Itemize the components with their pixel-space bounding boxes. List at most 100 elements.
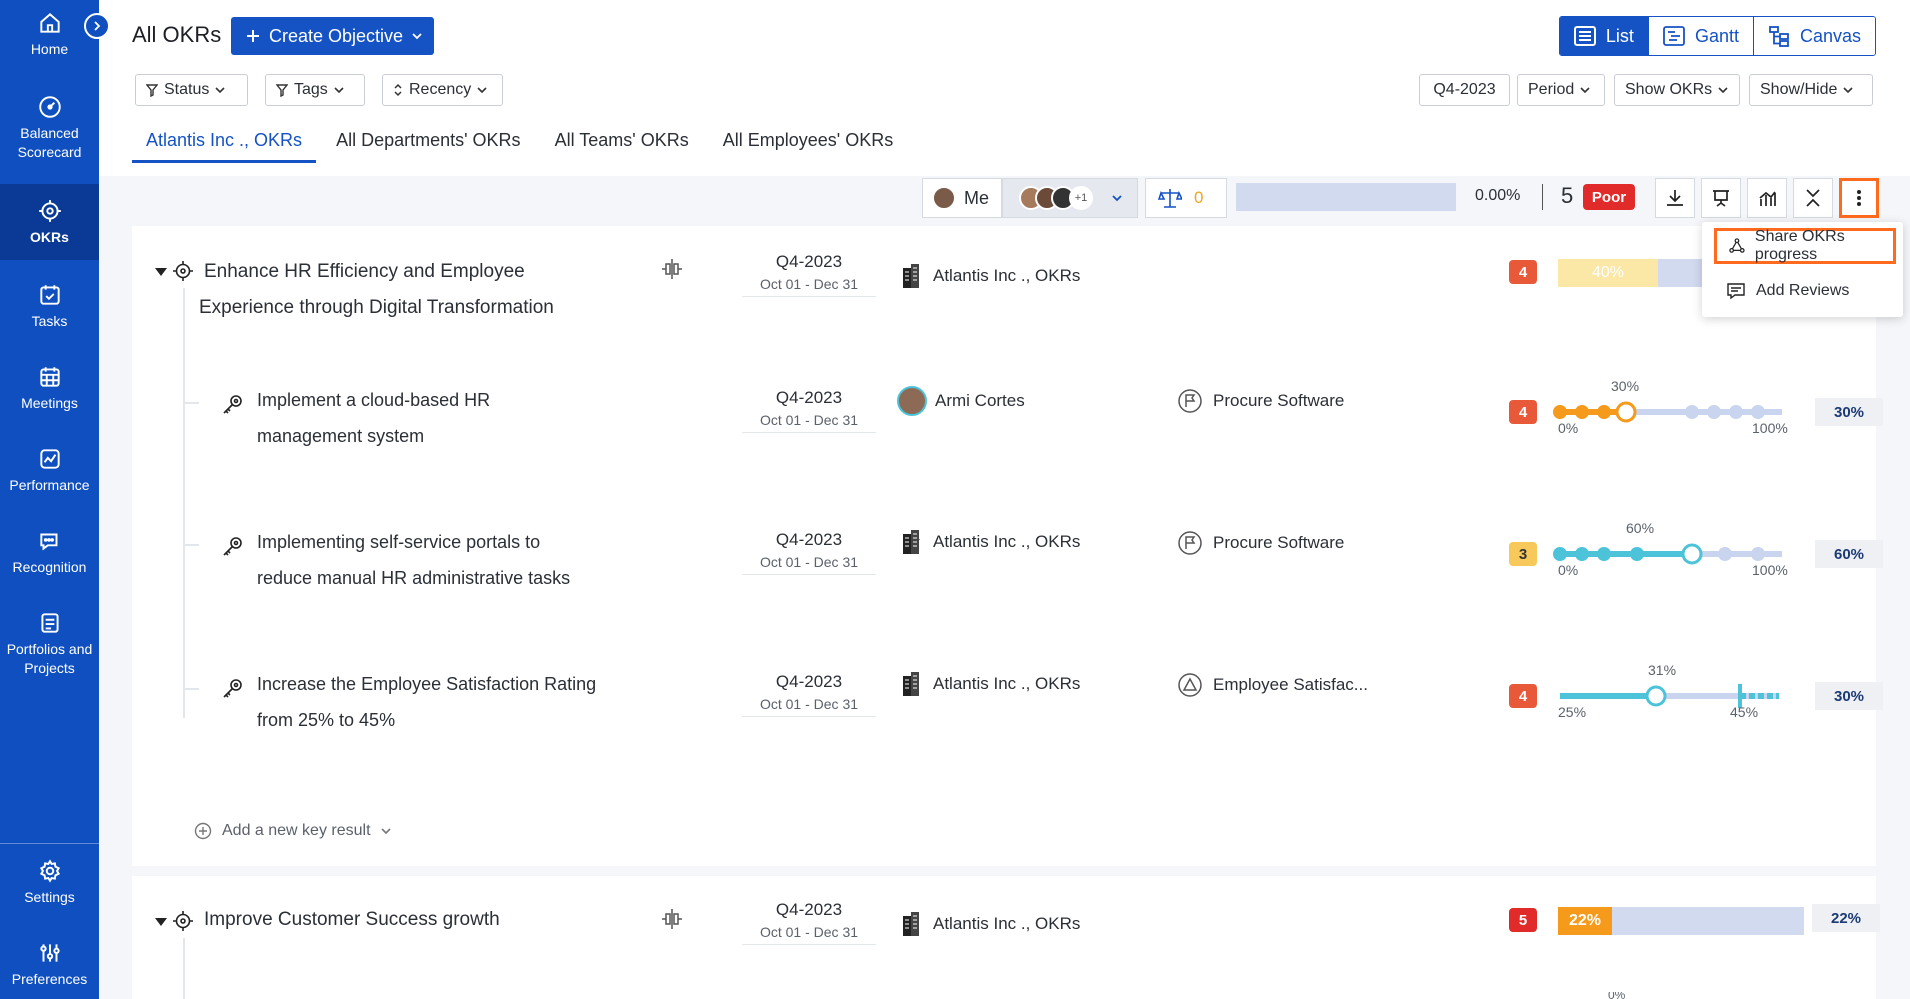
objective-title[interactable]: Improve Customer Success growth	[204, 902, 500, 938]
recency-filter[interactable]: Recency	[382, 74, 503, 106]
objective-period[interactable]: Q4-2023 Oct 01 - Dec 31	[742, 900, 876, 945]
objective-card: Improve Customer Success growth Q4-2023 …	[132, 876, 1880, 999]
sidebar-item-tasks[interactable]: Tasks	[0, 282, 99, 331]
view-canvas-button[interactable]: Canvas	[1752, 17, 1875, 55]
calendar-check-icon	[39, 285, 60, 305]
kebab-icon	[1857, 190, 1861, 206]
sidebar-item-home[interactable]: Home	[0, 10, 99, 59]
document-icon	[40, 613, 59, 633]
add-reviews-item[interactable]: Add Reviews	[1714, 273, 1894, 309]
add-key-result-button[interactable]: Add a new key result	[194, 822, 391, 840]
team-avatars-filter[interactable]: +1	[1002, 178, 1138, 218]
tree-line	[183, 938, 185, 999]
building-icon	[903, 264, 919, 288]
key-result-alignment[interactable]: Procure Software	[1177, 530, 1344, 556]
key-result-title[interactable]: Increase the Employee Satisfaction Ratin…	[257, 666, 596, 702]
key-result-progress-slider[interactable]	[1552, 388, 1792, 424]
main-area: All OKRs Create Objective List Gantt Can…	[99, 0, 1910, 999]
key-result-alignment[interactable]: Procure Software	[1177, 388, 1344, 414]
share-okrs-progress-item[interactable]: Share OKRs progress	[1714, 228, 1896, 264]
collapse-caret-icon[interactable]	[155, 268, 167, 276]
tags-filter[interactable]: Tags	[265, 74, 365, 106]
alignment-icon[interactable]	[661, 908, 683, 930]
key-result-title-line2[interactable]: from 25% to 45%	[257, 702, 395, 738]
objective-title-line2[interactable]: Experience through Digital Transformatio…	[199, 290, 554, 326]
balance-indicator[interactable]: 0	[1145, 178, 1227, 218]
key-result-period[interactable]: Q4-2023 Oct 01 - Dec 31	[742, 672, 876, 717]
create-objective-button[interactable]: Create Objective	[231, 17, 434, 55]
collapse-all-button[interactable]	[1793, 178, 1833, 218]
period-dropdown[interactable]: Period	[1517, 74, 1605, 106]
alignment-icon[interactable]	[661, 258, 683, 280]
key-result-alignment[interactable]: Employee Satisfac...	[1177, 672, 1368, 698]
view-gantt-label: Gantt	[1694, 25, 1739, 46]
key-result-owner[interactable]: Atlantis Inc ., OKRs	[897, 670, 1080, 698]
okr-tabs: Atlantis Inc ., OKRs All Departments' OK…	[132, 124, 913, 163]
key-result-title[interactable]: Implement a cloud-based HR	[257, 382, 490, 418]
quarter-selector[interactable]: Q4-2023	[1419, 74, 1510, 106]
show-hide-label: Show/Hide	[1760, 81, 1838, 98]
key-result-progress-slider[interactable]	[1552, 530, 1792, 566]
show-hide-dropdown[interactable]: Show/Hide	[1749, 74, 1873, 106]
status-filter[interactable]: Status	[135, 74, 248, 106]
sliders-icon	[39, 944, 60, 962]
triangle-circle-icon	[1178, 673, 1202, 697]
key-result-period[interactable]: Q4-2023 Oct 01 - Dec 31	[742, 388, 876, 433]
sidebar-collapse-button[interactable]	[84, 13, 110, 39]
sidebar-item-label: Settings	[24, 889, 75, 905]
sidebar-item-meetings[interactable]: Meetings	[0, 364, 99, 413]
view-list-button[interactable]: List	[1559, 17, 1648, 55]
sidebar-item-preferences[interactable]: Preferences	[0, 940, 99, 989]
tab-teams-okrs[interactable]: All Teams' OKRs	[541, 124, 703, 163]
more-options-button[interactable]	[1839, 178, 1879, 218]
tab-departments-okrs[interactable]: All Departments' OKRs	[322, 124, 535, 163]
analytics-button[interactable]	[1747, 178, 1787, 218]
sidebar-item-settings[interactable]: Settings	[0, 858, 99, 907]
share-okrs-progress-label: Share OKRs progress	[1754, 228, 1845, 263]
objective-period[interactable]: Q4-2023 Oct 01 - Dec 31	[742, 252, 876, 297]
objective-owner[interactable]: Atlantis Inc ., OKRs	[897, 262, 1080, 290]
owner-name: Atlantis Inc ., OKRs	[933, 532, 1081, 551]
presentation-button[interactable]	[1701, 178, 1741, 218]
key-result-title-line2[interactable]: reduce manual HR administrative tasks	[257, 560, 570, 596]
key-result-owner[interactable]: Atlantis Inc ., OKRs	[897, 528, 1080, 556]
plus-icon	[247, 30, 259, 42]
objective-title[interactable]: Enhance HR Efficiency and Employee	[204, 254, 525, 290]
sidebar-item-label: Recognition	[12, 559, 87, 575]
key-result-icon	[223, 395, 242, 414]
chevron-down-icon	[1843, 86, 1853, 93]
key-result-title[interactable]: Implementing self-service portals to	[257, 524, 540, 560]
sidebar-item-recognition[interactable]: Recognition	[0, 528, 99, 577]
tab-company-okrs[interactable]: Atlantis Inc ., OKRs	[132, 124, 317, 163]
view-gantt-button[interactable]: Gantt	[1647, 17, 1753, 55]
period-quarter: Q4-2023	[775, 252, 843, 271]
slider-start-label: 25%	[1558, 704, 1587, 720]
sidebar-item-label: Meetings	[21, 395, 78, 411]
flag-circle-icon	[1178, 389, 1202, 413]
sidebar-item-performance[interactable]: Performance	[0, 446, 99, 495]
sidebar-item-label: Preferences	[11, 971, 88, 987]
download-button[interactable]	[1655, 178, 1695, 218]
chevron-right-icon	[94, 21, 101, 31]
avatar	[897, 386, 927, 416]
speedometer-icon	[38, 96, 61, 118]
collapse-caret-icon[interactable]	[155, 918, 167, 926]
show-okrs-dropdown[interactable]: Show OKRs	[1614, 74, 1740, 106]
objective-progress-fill: 40%	[1558, 259, 1658, 287]
tab-employees-okrs[interactable]: All Employees' OKRs	[709, 124, 908, 163]
key-result-percent: 30%	[1815, 398, 1883, 426]
sidebar-item-okrs[interactable]: OKRs	[0, 184, 99, 260]
me-filter[interactable]: Me	[922, 178, 1002, 218]
key-result-period[interactable]: Q4-2023 Oct 01 - Dec 31	[742, 530, 876, 575]
key-result-owner[interactable]: Armi Cortes	[897, 386, 1025, 416]
slider-end-label: 100%	[1752, 420, 1788, 436]
key-result-title-line2[interactable]: management system	[257, 418, 424, 454]
objective-owner[interactable]: Atlantis Inc ., OKRs	[897, 910, 1080, 938]
home-icon	[39, 13, 60, 33]
sidebar-item-label: Tasks	[31, 313, 68, 329]
period-label: Period	[1528, 81, 1575, 98]
gantt-icon	[1663, 26, 1685, 46]
sidebar-item-portfolios[interactable]: Portfolios and Projects	[0, 610, 99, 678]
sidebar-item-balanced-scorecard[interactable]: Balanced Scorecard	[0, 94, 99, 162]
presentation-icon	[1713, 190, 1729, 207]
